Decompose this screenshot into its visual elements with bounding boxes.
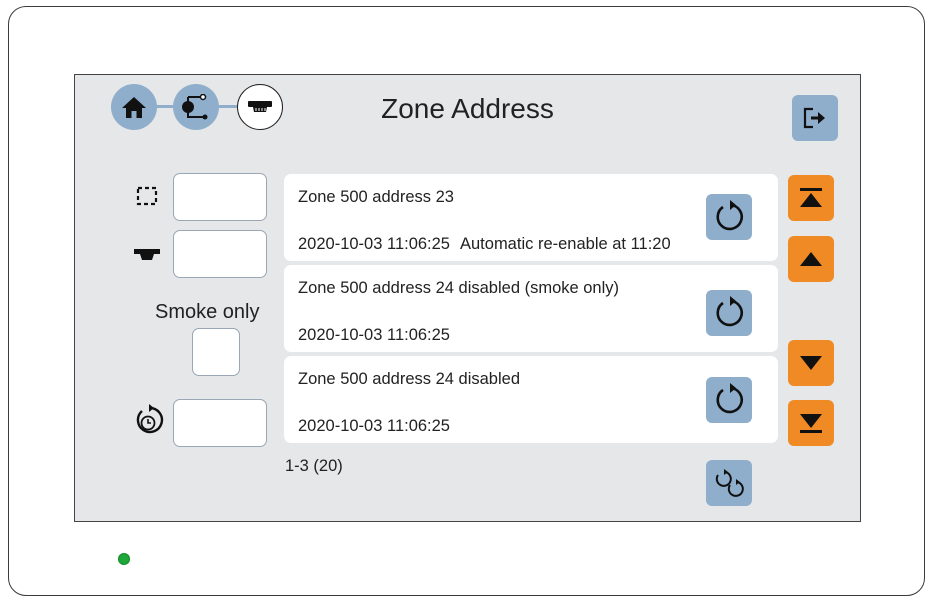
event-title: Zone 500 address 24 disabled (smoke only… <box>298 279 620 297</box>
reenable-icon <box>716 296 744 327</box>
arrow-down-icon <box>800 356 822 370</box>
event-timestamp-line: 2020-10-03 11:06:25 <box>298 417 450 436</box>
event-timestamp: 2020-10-03 11:06:25 <box>298 235 450 253</box>
event-timestamp: 2020-10-03 11:06:25 <box>298 417 450 435</box>
reenable-time-field[interactable] <box>173 399 267 447</box>
address-field[interactable] <box>173 230 267 278</box>
exit-button[interactable] <box>792 95 838 141</box>
status-led <box>118 553 130 565</box>
reenable-all-icon <box>715 469 744 497</box>
scroll-top-icon <box>800 188 822 207</box>
scroll-bottom-button[interactable] <box>788 400 834 446</box>
event-row[interactable]: Zone 500 address 23 2020-10-03 11:06:25 A… <box>284 174 778 261</box>
scroll-top-button[interactable] <box>788 175 834 221</box>
event-title: Zone 500 address 24 disabled <box>298 370 520 388</box>
reenable-button[interactable] <box>706 290 752 336</box>
event-row[interactable]: Zone 500 address 24 disabled 2020-10-03 … <box>284 356 778 443</box>
event-reenable-note: Automatic re-enable at 11:20 <box>460 235 671 253</box>
logout-icon <box>803 107 825 129</box>
event-timestamp: 2020-10-03 11:06:25 <box>298 326 450 344</box>
smoke-only-checkbox[interactable] <box>192 328 240 376</box>
scroll-up-button[interactable] <box>788 236 834 282</box>
event-timestamp-line: 2020-10-03 11:06:25 <box>298 326 450 345</box>
reenable-button[interactable] <box>706 194 752 240</box>
touch-screen: Zone Address Smoke only Zone 500 address… <box>74 74 861 522</box>
smoke-only-label: Smoke only <box>155 301 260 323</box>
reenable-button[interactable] <box>706 377 752 423</box>
scroll-bottom-icon <box>800 414 822 433</box>
scroll-down-button[interactable] <box>788 340 834 386</box>
zone-icon <box>133 185 161 207</box>
zone-field[interactable] <box>173 173 267 221</box>
pagination-count: 1-3 (20) <box>285 457 343 475</box>
reenable-icon <box>716 200 744 231</box>
reenable-icon <box>716 383 744 414</box>
reenable-all-button[interactable] <box>706 460 752 506</box>
arrow-up-icon <box>800 252 822 266</box>
event-row[interactable]: Zone 500 address 24 disabled (smoke only… <box>284 265 778 352</box>
event-timestamp-line: 2020-10-03 11:06:25 Automatic re-enable a… <box>298 235 671 254</box>
detector-icon <box>131 245 163 265</box>
timer-reenable-icon <box>131 403 165 437</box>
event-title: Zone 500 address 23 <box>298 188 454 206</box>
page-title: Zone Address <box>381 93 554 124</box>
